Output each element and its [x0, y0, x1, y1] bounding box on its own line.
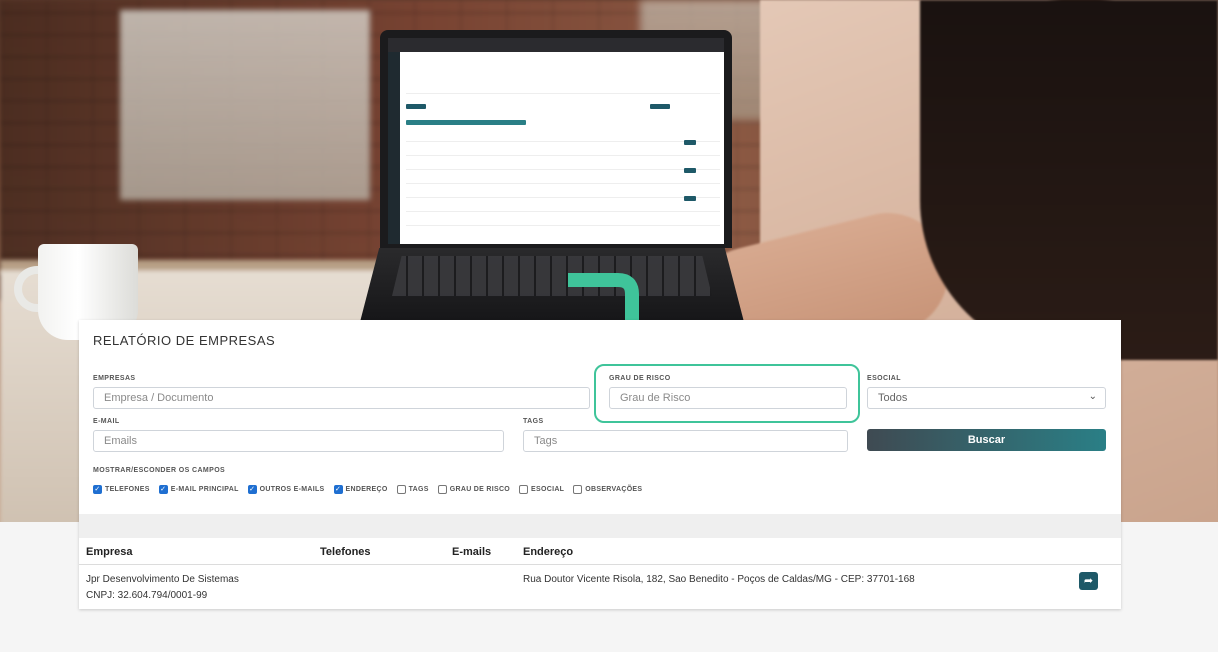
laptop-pill: [684, 196, 696, 201]
results-header-band: [79, 514, 1121, 538]
share-icon[interactable]: ➦: [1079, 572, 1098, 590]
laptop-row: [406, 190, 720, 198]
empresas-input[interactable]: [93, 387, 590, 409]
tags-label: TAGS: [523, 418, 544, 425]
field-toggles: ✓ TELEFONES ✓ E-MAIL PRINCIPAL ✓ OUTROS E-M…: [93, 485, 642, 494]
laptop-sidebar: [388, 52, 400, 244]
company-cnpj: CNPJ: 32.604.794/0001-99: [86, 590, 208, 601]
toggle-fields-label: MOSTRAR/ESCONDER OS CAMPOS: [93, 467, 226, 474]
laptop-row: [406, 204, 720, 212]
search-button[interactable]: Buscar: [867, 429, 1106, 451]
checkbox-unchecked-icon[interactable]: [519, 485, 529, 494]
checkbox-unchecked-icon[interactable]: [396, 485, 406, 494]
toggle-outros-emails[interactable]: ✓ OUTROS E-MAILS: [247, 485, 325, 494]
laptop-row: [406, 176, 720, 184]
laptop-pill: [684, 168, 696, 173]
empresas-label: EMPRESAS: [93, 375, 136, 382]
toggle-grau-de-risco[interactable]: GRAU DE RISCO: [437, 485, 510, 494]
laptop-browser-bar: [388, 38, 724, 52]
blurred-window: [120, 10, 370, 200]
person-hair: [920, 0, 1218, 360]
company-name: Jpr Desenvolvimento De Sistemas: [86, 574, 239, 585]
company-address: Rua Doutor Vicente Risola, 182, Sao Bene…: [523, 574, 915, 585]
checkbox-unchecked-icon[interactable]: [573, 485, 583, 494]
toggle-tags[interactable]: TAGS: [396, 485, 429, 494]
grau-risco-label: GRAU DE RISCO: [609, 375, 671, 382]
toggle-telefones[interactable]: ✓ TELEFONES: [93, 485, 150, 494]
checkbox-checked-icon[interactable]: ✓: [158, 485, 168, 494]
laptop-row: [406, 218, 720, 226]
table-divider: [79, 564, 1121, 565]
report-panel: RELATÓRIO DE EMPRESAS EMPRESAS GRAU DE R…: [79, 320, 1121, 609]
email-input[interactable]: [93, 430, 504, 452]
toggle-endereco[interactable]: ✓ ENDEREÇO: [333, 485, 388, 494]
esocial-selected-value: Todos: [878, 392, 908, 404]
checkbox-checked-icon[interactable]: ✓: [247, 485, 257, 494]
column-header-emails: E-mails: [452, 546, 492, 558]
column-header-endereco: Endereço: [523, 546, 574, 558]
email-label: E-MAIL: [93, 418, 120, 425]
laptop-display: [388, 38, 724, 244]
checkbox-checked-icon[interactable]: ✓: [333, 485, 343, 494]
laptop-pill: [684, 140, 696, 145]
esocial-label: ESOCIAL: [867, 375, 901, 382]
chevron-down-icon: ⌄: [1088, 391, 1097, 402]
toggle-esocial[interactable]: ESOCIAL: [519, 485, 564, 494]
toggle-observacoes[interactable]: OBSERVAÇÕES: [573, 485, 642, 494]
laptop-row: [406, 148, 720, 156]
toggle-email-principal[interactable]: ✓ E-MAIL PRINCIPAL: [158, 485, 239, 494]
column-header-telefones: Telefones: [320, 546, 371, 558]
laptop-screen: [380, 30, 732, 248]
column-header-empresa: Empresa: [86, 546, 133, 558]
laptop-pill: [406, 104, 426, 109]
tags-input[interactable]: [523, 430, 848, 452]
laptop-pill: [406, 120, 526, 125]
grau-risco-input[interactable]: [609, 387, 847, 409]
checkbox-checked-icon[interactable]: ✓: [93, 485, 102, 494]
laptop-row: [406, 162, 720, 170]
esocial-select[interactable]: Todos ⌄: [867, 387, 1106, 409]
page-title: RELATÓRIO DE EMPRESAS: [93, 333, 276, 348]
laptop-row: [406, 86, 720, 94]
laptop-row: [406, 134, 720, 142]
checkbox-unchecked-icon[interactable]: [437, 485, 447, 494]
laptop-pill: [650, 104, 670, 109]
